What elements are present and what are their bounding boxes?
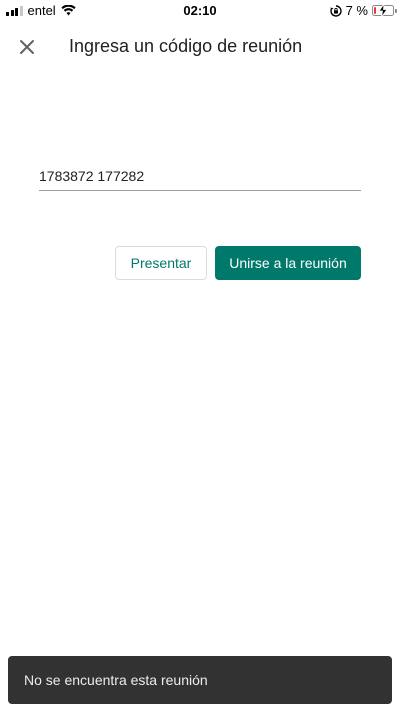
battery-nub: [395, 9, 397, 13]
join-meeting-button[interactable]: Unirse a la reunión: [215, 246, 361, 280]
snackbar-message: No se encuentra esta reunión: [24, 672, 208, 688]
close-button[interactable]: [12, 32, 42, 62]
status-right: 7 %: [329, 3, 397, 18]
meeting-code-field: [39, 163, 361, 191]
charging-bolt-icon: [378, 4, 388, 17]
status-bar: entel 02:10 7 %: [0, 0, 400, 22]
app-bar: Ingresa un código de reunión: [0, 24, 400, 68]
meeting-code-input[interactable]: [39, 163, 361, 189]
page-title: Ingresa un código de reunión: [69, 36, 303, 56]
present-button[interactable]: Presentar: [115, 246, 207, 280]
snackbar: No se encuentra esta reunión: [8, 656, 392, 704]
close-icon: [20, 40, 34, 54]
battery-icon: [372, 4, 397, 17]
battery-percent: 7 %: [345, 3, 368, 18]
meeting-code-screen: entel 02:10 7 % Ingresa un código de reu…: [0, 0, 400, 711]
orientation-lock-icon: [329, 4, 342, 17]
